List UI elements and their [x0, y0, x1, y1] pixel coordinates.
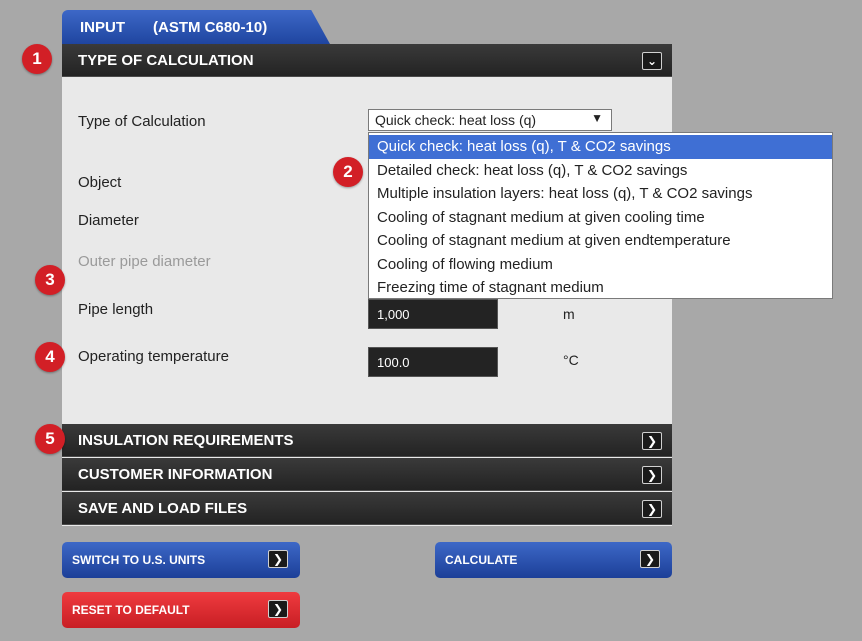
pipe-length-input[interactable]: 1,000	[368, 299, 498, 329]
marker-4: 4	[35, 342, 65, 372]
type-of-calculation-dropdown: Quick check: heat loss (q), T & CO2 savi…	[368, 132, 833, 299]
operating-temperature-label: Operating temperature	[78, 348, 229, 365]
chevron-right-icon[interactable]: ❯	[642, 500, 662, 518]
switch-units-button[interactable]: SWITCH TO U.S. UNITS ❯	[62, 542, 300, 578]
caret-down-icon: ▼	[591, 111, 603, 125]
calculate-label: CALCULATE	[445, 553, 518, 567]
marker-2: 2	[333, 157, 363, 187]
type-of-calculation-select[interactable]: Quick check: heat loss (q) ▼	[368, 109, 612, 131]
input-tab[interactable]: INPUT (ASTM C680-10)	[62, 10, 330, 44]
dropdown-option[interactable]: Cooling of stagnant medium at given endt…	[369, 229, 832, 253]
operating-temperature-unit: °C	[563, 352, 579, 368]
section-customer-information[interactable]: CUSTOMER INFORMATION ❯	[62, 458, 672, 491]
input-tab-label: INPUT	[80, 18, 125, 36]
calculate-button[interactable]: CALCULATE ❯	[435, 542, 672, 578]
dropdown-option[interactable]: Freezing time of stagnant medium	[369, 276, 832, 300]
section-insulation-requirements[interactable]: INSULATION REQUIREMENTS ❯	[62, 424, 672, 457]
reset-button[interactable]: RESET TO DEFAULT ❯	[62, 592, 300, 628]
marker-5: 5	[35, 424, 65, 454]
section-save-and-load-files[interactable]: SAVE AND LOAD FILES ❯	[62, 492, 672, 525]
chevron-right-icon: ❯	[640, 550, 660, 568]
dropdown-option[interactable]: Quick check: heat loss (q), T & CO2 savi…	[369, 135, 832, 159]
object-label: Object	[78, 174, 122, 191]
chevron-right-icon[interactable]: ❯	[642, 432, 662, 450]
operating-temperature-input[interactable]: 100.0	[368, 347, 498, 377]
select-value: Quick check: heat loss (q)	[375, 112, 537, 128]
dropdown-option[interactable]: Detailed check: heat loss (q), T & CO2 s…	[369, 159, 832, 183]
dropdown-option[interactable]: Multiple insulation layers: heat loss (q…	[369, 182, 832, 206]
dropdown-option[interactable]: Cooling of flowing medium	[369, 253, 832, 277]
diameter-label: Diameter	[78, 212, 139, 229]
switch-units-label: SWITCH TO U.S. UNITS	[72, 553, 206, 567]
input-tab-standard: (ASTM C680-10)	[153, 18, 268, 36]
section-title: SAVE AND LOAD FILES	[78, 499, 248, 517]
section-title: INSULATION REQUIREMENTS	[78, 431, 294, 449]
chevron-down-icon[interactable]: ⌄	[642, 52, 662, 70]
dropdown-option[interactable]: Cooling of stagnant medium at given cool…	[369, 206, 832, 230]
pipe-length-label: Pipe length	[78, 301, 154, 318]
section-title: CUSTOMER INFORMATION	[78, 465, 273, 483]
chevron-right-icon: ❯	[268, 600, 288, 618]
marker-3: 3	[35, 265, 65, 295]
marker-1: 1	[22, 44, 52, 74]
reset-label: RESET TO DEFAULT	[72, 603, 190, 617]
type-of-calculation-label: Type of Calculation	[78, 113, 206, 130]
section-title: TYPE OF CALCULATION	[78, 51, 254, 69]
section-type-of-calculation[interactable]: TYPE OF CALCULATION ⌄	[62, 44, 672, 77]
chevron-right-icon: ❯	[268, 550, 288, 568]
pipe-length-unit: m	[563, 306, 575, 322]
outer-pipe-diameter-label: Outer pipe diameter	[78, 253, 211, 270]
chevron-right-icon[interactable]: ❯	[642, 466, 662, 484]
